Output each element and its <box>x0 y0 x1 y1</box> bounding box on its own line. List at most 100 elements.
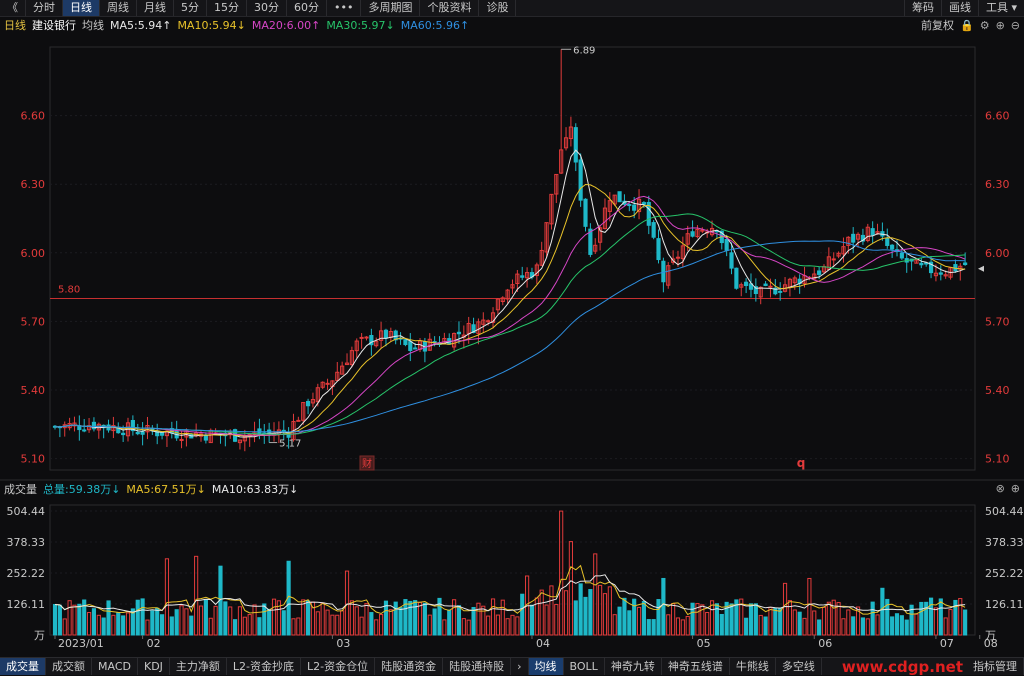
price-chart[interactable]: 6.60 6.60 6.30 6.30 6.00 6.00 5.70 5.70 5.40 5.40… <box>0 33 1024 673</box>
indicator-tab-5[interactable]: L2-资金抄底 <box>227 658 302 675</box>
period-tab-8[interactable]: ••• <box>327 0 362 16</box>
period-tab-11[interactable]: 诊股 <box>479 0 517 16</box>
volume-bar <box>938 598 943 636</box>
volume-bar <box>267 608 272 636</box>
lock-icon[interactable]: 🔒 <box>960 19 974 32</box>
stock-name[interactable]: 建设银行 <box>32 17 76 33</box>
ma-label[interactable]: 均线 <box>82 17 104 33</box>
zoom-out-icon[interactable]: ⊖ <box>1011 19 1020 32</box>
period-tab-2[interactable]: 周线 <box>100 0 137 16</box>
volume-bar <box>919 601 924 636</box>
volume-bar <box>223 601 228 636</box>
volume-bar <box>933 607 939 636</box>
current-price-pointer <box>978 265 984 272</box>
zoom-in-icon[interactable]: ⊕ <box>1011 482 1020 495</box>
period-tab-9[interactable]: 多周期图 <box>361 0 421 16</box>
volume-bar <box>729 603 734 636</box>
x-tick-label: 07 <box>940 637 954 650</box>
volume-label: 成交量 <box>4 483 37 496</box>
scroll-right-icon[interactable]: › <box>511 658 529 675</box>
period-tab-0[interactable]: 分时 <box>26 0 63 16</box>
candle-body <box>870 228 875 236</box>
volume-bar <box>675 617 681 636</box>
volume-bar <box>666 614 671 636</box>
volume-bar <box>768 606 773 636</box>
toolbar-right-item-1[interactable]: 画线 <box>940 0 978 16</box>
volume-bar <box>904 619 909 636</box>
indicator-tab-3[interactable]: KDJ <box>138 658 170 675</box>
overlay-tab-3[interactable]: 神奇五线谱 <box>662 658 730 675</box>
volume-bar <box>52 604 58 636</box>
overlay-tab-5[interactable]: 多空线 <box>776 658 822 675</box>
period-tab-5[interactable]: 15分 <box>207 0 247 16</box>
indicator-manage-button[interactable]: 指标管理 <box>967 658 1024 675</box>
volume-bar <box>812 610 817 636</box>
volume-bar <box>593 553 598 636</box>
volume-bar <box>802 617 807 636</box>
volume-bar <box>194 555 199 636</box>
price-plot-frame <box>49 46 976 471</box>
toolbar-right-item-0[interactable]: 筹码 <box>903 0 941 16</box>
indicator-tab-4[interactable]: 主力净额 <box>170 658 227 675</box>
volume-ma10-line <box>54 574 966 613</box>
volume-tick-label-right: 504.44 <box>985 505 1024 518</box>
volume-ma5: MA5:67.51万↓ <box>126 483 206 496</box>
candle-body <box>744 281 749 287</box>
indicator-tab-1[interactable]: 成交额 <box>46 658 92 675</box>
volume-bar <box>607 586 612 636</box>
overlay-tab-2[interactable]: 神奇九转 <box>605 658 662 675</box>
volume-total: 总量:59.38万↓ <box>43 483 121 496</box>
candle-body <box>456 331 462 335</box>
volume-bar <box>646 619 651 636</box>
ma20-value: MA20:6.00↑ <box>251 18 321 32</box>
period-tab-6[interactable]: 30分 <box>247 0 287 16</box>
volume-bar <box>359 616 364 636</box>
x-tick-label: 03 <box>336 637 350 650</box>
back-button[interactable]: 《 <box>0 0 26 16</box>
volume-bar <box>135 599 140 636</box>
indicator-tab-0[interactable]: 成交量 <box>0 658 46 675</box>
adjust-selector[interactable]: 前复权 <box>921 17 954 33</box>
period-tab-1[interactable]: 日线 <box>63 0 100 16</box>
overlay-tab-4[interactable]: 牛熊线 <box>730 658 776 675</box>
period-tab-7[interactable]: 60分 <box>287 0 327 16</box>
price-tick-label-left: 5.10 <box>21 453 46 466</box>
period-tab-10[interactable]: 个股资料 <box>420 0 480 16</box>
volume-bar <box>500 599 505 636</box>
volume-bar <box>549 585 554 636</box>
candle-body <box>121 432 126 436</box>
volume-bar <box>398 607 403 636</box>
close-icon[interactable]: ⊗ <box>996 482 1005 495</box>
overlay-tab-0[interactable]: 均线 <box>528 658 564 675</box>
volume-bar <box>374 619 379 636</box>
volume-bar <box>203 598 208 636</box>
volume-bar <box>184 608 189 636</box>
event-marker-cai: 财 <box>362 457 372 470</box>
volume-bar <box>452 599 457 636</box>
volume-tick-label-left: 252.22 <box>7 567 46 580</box>
toolbar-right-item-2[interactable]: 工具 ▾ <box>977 0 1024 16</box>
volume-bar <box>413 600 418 636</box>
volume-bar <box>228 606 233 636</box>
period-tab-4[interactable]: 5分 <box>174 0 207 16</box>
settings-icon[interactable]: ⚙ <box>980 19 990 32</box>
price-tick-label-right: 6.00 <box>985 247 1010 260</box>
volume-bar <box>865 618 870 636</box>
candle-body <box>651 222 656 238</box>
price-tick-label-right: 6.30 <box>985 178 1010 191</box>
volume-bar <box>150 610 155 636</box>
volume-bar <box>96 614 101 636</box>
candle-body <box>763 283 768 286</box>
volume-bar <box>690 602 695 636</box>
overlay-tab-1[interactable]: BOLL <box>564 658 605 675</box>
zoom-in-icon[interactable]: ⊕ <box>996 19 1005 32</box>
indicator-tab-2[interactable]: MACD <box>92 658 138 675</box>
indicator-tab-6[interactable]: L2-资金仓位 <box>301 658 376 675</box>
period-tab-3[interactable]: 月线 <box>137 0 174 16</box>
indicator-tab-7[interactable]: 陆股通资金 <box>375 658 444 675</box>
volume-bar <box>145 619 150 636</box>
volume-bar <box>447 609 452 636</box>
candle-body <box>520 275 525 278</box>
volume-bar <box>242 616 247 636</box>
indicator-tab-8[interactable]: 陆股通持股 <box>443 658 512 675</box>
